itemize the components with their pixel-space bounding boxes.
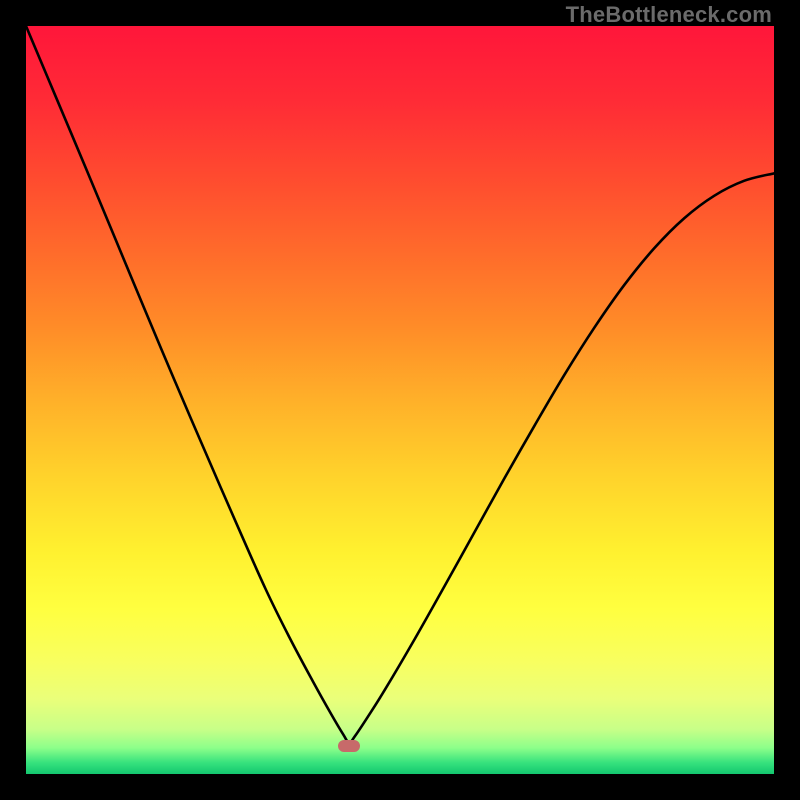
minimum-marker [338, 740, 360, 752]
bottleneck-curve [26, 26, 774, 743]
watermark-text: TheBottleneck.com [566, 2, 772, 28]
curve-layer [26, 26, 774, 774]
plot-frame [26, 26, 774, 774]
